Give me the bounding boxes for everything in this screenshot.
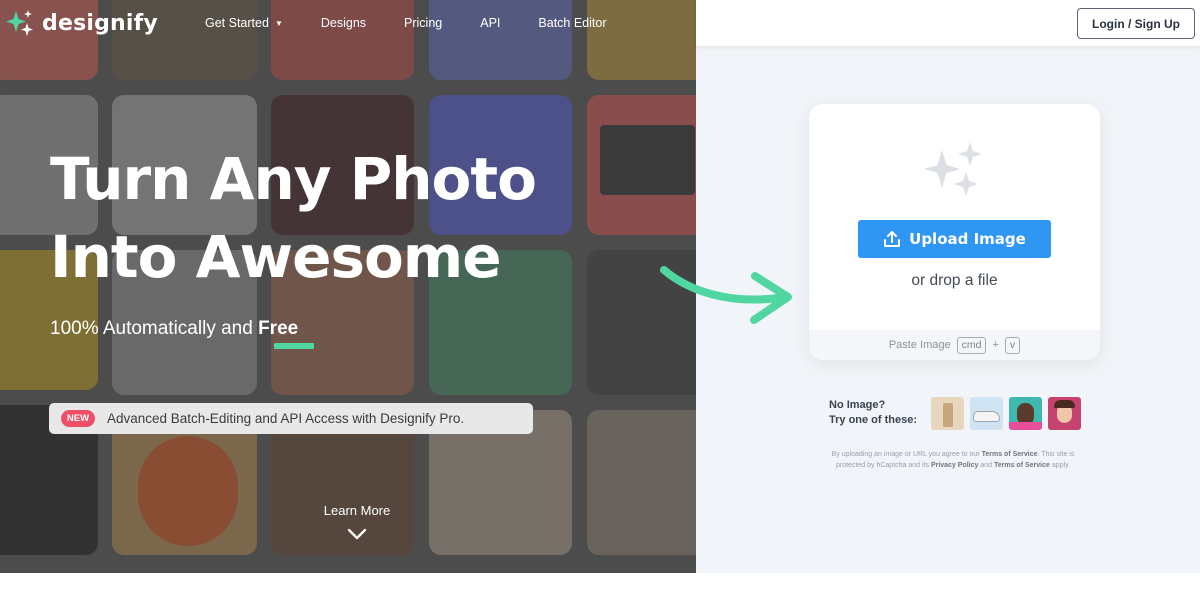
legal-text-3: and [978,462,994,469]
page: Turn Any Photo Into Awesome 100% Automat… [0,0,1200,610]
upload-card[interactable]: Upload Image or drop a file Paste Image … [809,104,1100,360]
legal-text-4: apply. [1049,462,1071,469]
promo-banner[interactable]: NEW Advanced Batch-Editing and API Acces… [49,403,533,434]
upload-icon [884,231,901,247]
promo-text: Advanced Batch-Editing and API Access wi… [107,411,465,426]
legal-text-1: By uploading an image or URL you agree t… [831,451,982,458]
upload-image-button[interactable]: Upload Image [858,220,1051,258]
caret-down-icon: ▼ [274,18,283,28]
terms-of-service-link[interactable]: Terms of Service [982,451,1038,458]
sample-product-bottle[interactable] [931,397,964,430]
paste-image-label: Paste Image [888,339,951,351]
legal-notice: By uploading an image or URL you agree t… [822,449,1084,471]
headline-line-2: Into Awesome [50,223,502,291]
hero-subheadline: 100% Automatically and Free [50,318,298,340]
logo-sparkle-icon [6,10,33,36]
sample-images-prompt: No Image? Try one of these: [829,398,917,428]
logo[interactable]: designify [6,9,158,37]
nav-get-started[interactable]: Get Started ▼ [205,16,283,30]
arrow-right-icon [660,266,792,324]
upload-image-label: Upload Image [909,230,1026,248]
headline-line-1: Turn Any Photo [50,145,537,213]
hero-section: Turn Any Photo Into Awesome 100% Automat… [0,0,696,573]
paste-image-bar: Paste Image cmd + v [809,330,1100,360]
terms-of-service-link-2[interactable]: Terms of Service [994,462,1050,469]
logo-text: designify [42,10,158,36]
sample-car[interactable] [970,397,1003,430]
main-nav: Get Started ▼ Designs Pricing API Batch … [205,0,645,46]
cmd-key: cmd [956,336,987,354]
nav-api[interactable]: API [480,16,500,30]
sample-woman-portrait[interactable] [1048,397,1081,430]
nav-batch-editor[interactable]: Batch Editor [538,16,606,30]
plus-sign: + [992,339,999,351]
privacy-policy-link[interactable]: Privacy Policy [931,462,978,469]
subheadline-text: 100% Automatically and [50,318,259,339]
new-badge: NEW [61,410,95,427]
sample-images [931,397,1081,430]
top-navbar: designify Get Started ▼ Designs Pricing … [0,0,1200,46]
sparkle-icon [924,142,982,196]
v-key: v [1004,336,1021,354]
nav-get-started-label: Get Started [205,16,269,30]
nav-designs[interactable]: Designs [321,16,366,30]
free-underline [274,343,314,349]
hero-headline: Turn Any Photo Into Awesome [50,140,610,296]
try-one-text: Try one of these: [829,414,918,426]
learn-more-link[interactable]: Learn More [318,503,396,518]
no-image-text: No Image? [829,399,886,411]
sample-man-portrait[interactable] [1009,397,1042,430]
chevron-down-icon[interactable] [346,527,368,541]
free-highlight: Free [258,318,299,339]
login-signup-button[interactable]: Login / Sign Up [1077,8,1195,39]
nav-pricing[interactable]: Pricing [404,16,442,30]
drop-file-text: or drop a file [911,272,998,289]
